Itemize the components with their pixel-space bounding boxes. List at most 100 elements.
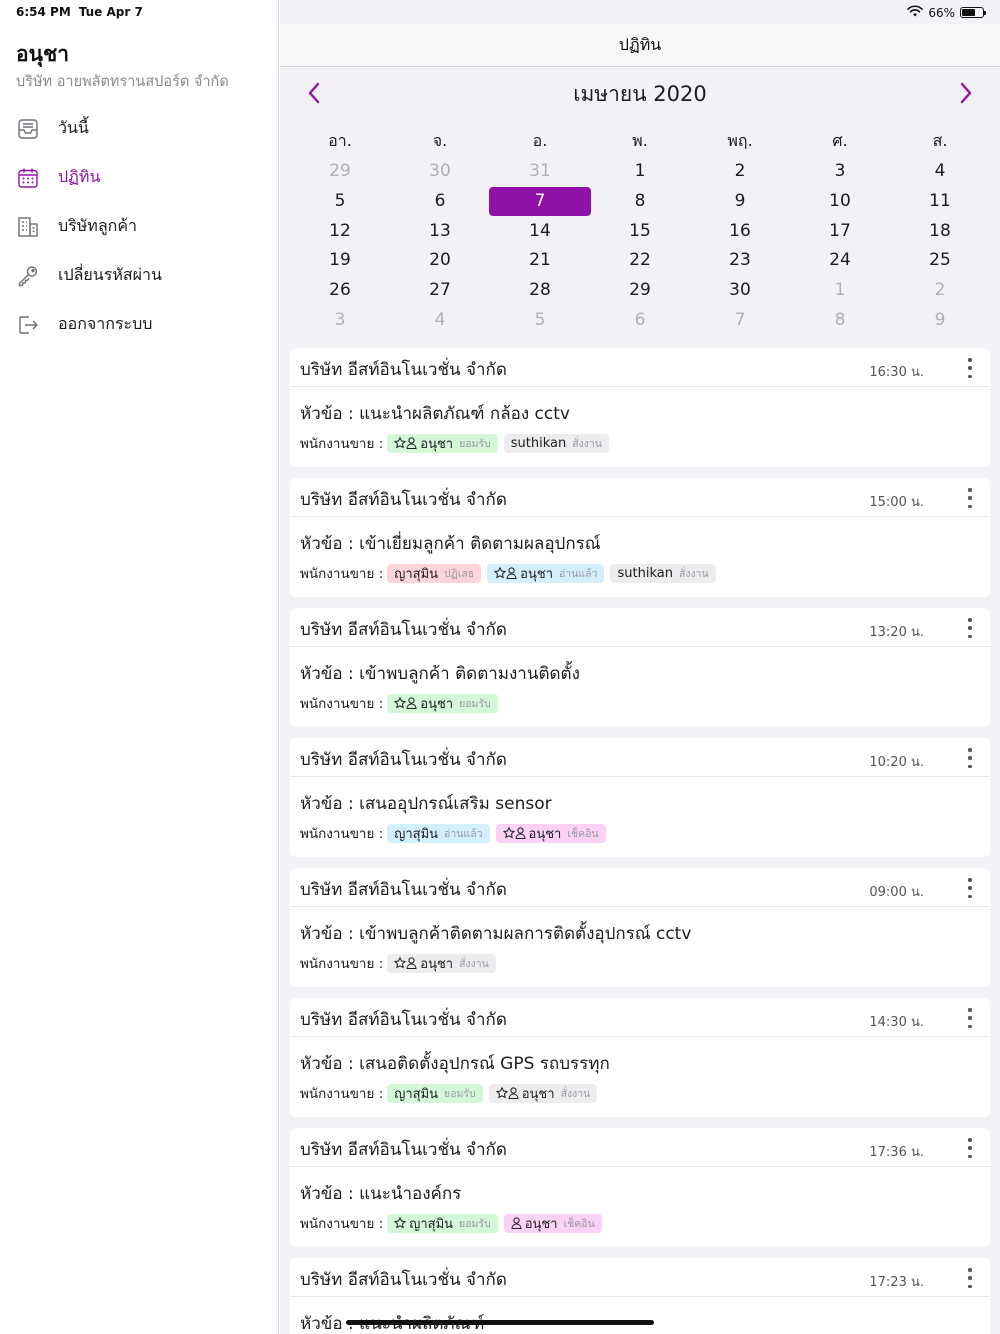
appointment-header: บริษัท อีสท์อินโนเวชั่น จำกัด 10:20 น. (290, 738, 990, 777)
staff-chip[interactable]: อนุชา อ่านแล้ว (487, 563, 605, 583)
appointment-card[interactable]: บริษัท อีสท์อินโนเวชั่น จำกัด 17:36 น. หัว… (290, 1128, 990, 1247)
staff-chip[interactable]: suthikan สั่งงาน (610, 563, 716, 583)
staff-chip[interactable]: อนุชา เช็คอิน (495, 823, 606, 843)
more-options-icon[interactable] (964, 1138, 976, 1158)
calendar-day[interactable]: 4 (390, 306, 490, 336)
more-options-icon[interactable] (964, 1008, 976, 1028)
staff-chip[interactable]: อนุชา ยอมรับ (387, 693, 498, 713)
appointment-time: 17:23 น. (869, 1275, 924, 1290)
calendar-day[interactable]: 25 (890, 246, 990, 276)
calendar-day-number: 27 (429, 280, 451, 301)
appointment-card[interactable]: บริษัท อีสท์อินโนเวชั่น จำกัด 10:20 น. หัว… (290, 738, 990, 857)
staff-name: อนุชา (524, 1216, 558, 1232)
calendar-day[interactable]: 1 (590, 157, 690, 187)
calendar-day[interactable]: 27 (390, 276, 490, 306)
calendar-day[interactable]: 19 (290, 246, 390, 276)
more-options-icon[interactable] (964, 748, 976, 768)
more-options-icon[interactable] (964, 618, 976, 638)
appointment-header: บริษัท อีสท์อินโนเวชั่น จำกัด 17:36 น. (290, 1128, 990, 1167)
calendar-day-number: 5 (534, 309, 546, 330)
staff-chip[interactable]: อนุชา เช็คอิน (503, 1213, 602, 1233)
calendar-day[interactable]: 24 (790, 246, 890, 276)
calendar-day[interactable]: 11 (890, 187, 990, 217)
more-options-icon[interactable] (964, 488, 976, 508)
calendar-day[interactable]: 29 (590, 276, 690, 306)
page-title: ปฏิทิน (618, 35, 662, 54)
sidebar-item-label: บริษัทลูกค้า (58, 216, 138, 235)
appointment-time: 09:00 น. (869, 885, 924, 900)
calendar-day[interactable]: 6 (590, 306, 690, 336)
appointment-card[interactable]: บริษัท อีสท์อินโนเวชั่น จำกัด 15:00 น. หัว… (290, 478, 990, 597)
calendar-day[interactable]: 28 (490, 276, 590, 306)
calendar-day[interactable]: 16 (690, 217, 790, 247)
calendar-day[interactable]: 15 (590, 217, 690, 247)
staff-chip[interactable]: อนุชา ยอมรับ (387, 433, 498, 453)
calendar-day[interactable]: 9 (890, 306, 990, 336)
calendar-day[interactable]: 5 (290, 187, 390, 217)
next-month-button[interactable] (952, 79, 980, 107)
calendar-day[interactable]: 2 (890, 276, 990, 306)
calendar-day[interactable]: 17 (790, 217, 890, 247)
calendar-day[interactable]: 10 (790, 187, 890, 217)
topic-prefix: หัวข้อ : (300, 534, 360, 554)
staff-name: อนุชา (520, 566, 553, 582)
calendar-day[interactable]: 4 (890, 157, 990, 187)
staff-chip[interactable]: อนุชา สั่งงาน (488, 1083, 598, 1103)
calendar-day[interactable]: 30 (690, 276, 790, 306)
sidebar-item-logout[interactable]: ออกจากระบบ (0, 300, 279, 349)
calendar-day[interactable]: 14 (490, 217, 590, 247)
calendar-day-number: 24 (829, 250, 851, 271)
more-options-icon[interactable] (964, 358, 976, 378)
calendar-day[interactable]: 30 (390, 157, 490, 187)
calendar-day[interactable]: 6 (390, 187, 490, 217)
appointment-card[interactable]: บริษัท อีสท์อินโนเวชั่น จำกัด 14:30 น. หัว… (290, 998, 990, 1117)
calendar-day-number: 30 (429, 161, 451, 181)
calendar-day[interactable]: 1 (790, 276, 890, 306)
staff-status: เช็คอิน (567, 827, 599, 840)
building-icon (16, 215, 40, 239)
calendar-day[interactable]: 18 (890, 217, 990, 247)
sidebar-item-customers[interactable]: บริษัทลูกค้า (0, 202, 279, 251)
appointment-card[interactable]: บริษัท อีสท์อินโนเวชั่น จำกัด 13:20 น. หัว… (290, 608, 990, 727)
staff-chip[interactable]: suthikan สั่งงาน (503, 433, 609, 453)
weekday-label: อา. (328, 131, 352, 150)
calendar-day[interactable]: 21 (490, 246, 590, 276)
calendar-day[interactable]: 26 (290, 276, 390, 306)
month-title: เมษายน 2020 (573, 82, 707, 106)
calendar-day[interactable]: 8 (790, 306, 890, 336)
calendar-day[interactable]: 23 (690, 246, 790, 276)
sidebar-item-today[interactable]: วันนี้ (0, 104, 279, 153)
calendar-day[interactable]: 3 (290, 306, 390, 336)
calendar-day[interactable]: 20 (390, 246, 490, 276)
calendar-day[interactable]: 13 (390, 217, 490, 247)
calendar-day[interactable]: 22 (590, 246, 690, 276)
calendar-day[interactable]: 5 (490, 306, 590, 336)
appointment-list: บริษัท อีสท์อินโนเวชั่น จำกัด 16:30 น. หัว… (290, 348, 990, 1334)
more-options-icon[interactable] (964, 1268, 976, 1288)
sales-staff-row: พนักงานขาย : ญาสุมิน ปฏิเสธ อนุชา อ่านแล้ว su… (300, 562, 722, 584)
calendar-day[interactable]: 9 (690, 187, 790, 217)
calendar-day-selected[interactable]: 7 (489, 186, 591, 217)
calendar-day[interactable]: 2 (690, 157, 790, 187)
sidebar-item-calendar[interactable]: ปฏิทิน (0, 153, 279, 202)
appointment-card[interactable]: บริษัท อีสท์อินโนเวชั่น จำกัด 16:30 น. หัว… (290, 348, 990, 467)
calendar-day[interactable]: 7 (690, 306, 790, 336)
calendar-day-number: 4 (934, 161, 946, 181)
staff-chip[interactable]: ญาสุมิน อ่านแล้ว (387, 823, 490, 843)
appointment-header: บริษัท อีสท์อินโนเวชั่น จำกัด 13:20 น. (290, 608, 990, 647)
staff-chip[interactable]: ญาสุมิน ยอมรับ (387, 1083, 483, 1103)
appointment-card[interactable]: บริษัท อีสท์อินโนเวชั่น จำกัด 09:00 น. หัว… (290, 868, 990, 987)
calendar-day[interactable]: 12 (290, 217, 390, 247)
calendar-day[interactable]: 29 (290, 157, 390, 187)
calendar-day-number: 12 (329, 220, 351, 241)
appointment-topic: หัวข้อ : เสนอติดตั้งอุปกรณ์ GPS รถบรรทุก (300, 1050, 610, 1077)
more-options-icon[interactable] (964, 878, 976, 898)
sidebar-item-change-password[interactable]: เปลี่ยนรหัสผ่าน (0, 251, 279, 300)
calendar-day[interactable]: 31 (490, 157, 590, 187)
staff-chip[interactable]: อนุชา สั่งงาน (387, 953, 496, 973)
calendar-day[interactable]: 3 (790, 157, 890, 187)
staff-chip[interactable]: ญาสุมิน ปฏิเสธ (387, 563, 482, 583)
calendar-day[interactable]: 8 (590, 187, 690, 217)
staff-chip[interactable]: ญาสุมิน ยอมรับ (387, 1213, 498, 1233)
calendar-day-number: 5 (334, 190, 346, 211)
